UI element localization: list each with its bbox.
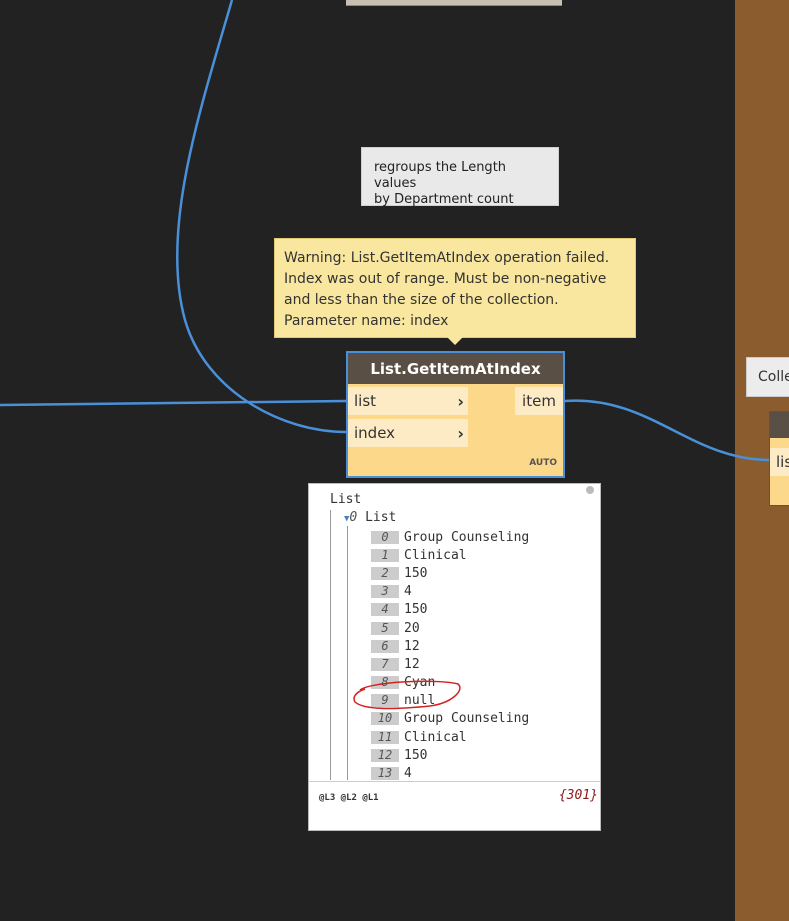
downstream-node[interactable]: lis <box>769 411 789 506</box>
preview-items: 0 Group Counseling 1 Clinical 2 150 34 4 150… <box>371 528 529 783</box>
sublist-label: List <box>365 510 397 525</box>
item-value: Clinical <box>404 729 467 745</box>
item-index: 6 <box>371 639 399 653</box>
list-item[interactable]: 0 Group Counseling <box>371 528 529 546</box>
port-label: item <box>522 392 556 410</box>
side-note[interactable]: Colle <box>746 357 789 397</box>
item-value: 150 <box>404 747 428 763</box>
list-item[interactable]: 12 150 <box>371 746 529 764</box>
item-index: 10 <box>371 712 399 726</box>
wire-from-item[interactable] <box>564 399 771 462</box>
chevron-right-icon: › <box>457 423 464 443</box>
list-item[interactable]: 11 Clinical <box>371 728 529 746</box>
item-index: 11 <box>371 730 399 744</box>
warning-line: Index was out of range. Must be non-nega… <box>284 271 607 287</box>
item-index: 3 <box>371 585 399 599</box>
note-line: by Department count <box>374 192 514 207</box>
item-value: 4 <box>404 584 412 600</box>
list-getitematindex-node[interactable]: List.GetItemAtIndex list › index › item … <box>346 351 565 478</box>
item-index: 13 <box>371 767 399 781</box>
item-value: 150 <box>404 602 428 618</box>
item-value: Group Counseling <box>404 529 530 545</box>
warning-pointer <box>447 337 463 345</box>
chevron-right-icon: › <box>457 391 464 411</box>
list-item[interactable]: 1 Clinical <box>371 546 529 564</box>
list-item[interactable]: 34 <box>371 583 529 601</box>
lacing-indicator[interactable]: AUTO <box>529 458 557 468</box>
wire-to-index[interactable] <box>175 0 347 434</box>
item-index: 1 <box>371 548 399 562</box>
preview-root-label: List <box>330 492 362 507</box>
item-index: 9 <box>371 694 399 708</box>
node-title[interactable]: List.GetItemAtIndex <box>348 353 563 384</box>
list-item[interactable]: 8 Cyan <box>371 674 529 692</box>
scroll-thumb[interactable] <box>586 486 594 494</box>
sublist-header[interactable]: ▼0 List <box>344 510 396 525</box>
list-item[interactable]: 5 20 <box>371 619 529 637</box>
item-value: null <box>404 693 436 709</box>
list-item[interactable]: 10 Group Counseling <box>371 710 529 728</box>
input-port-index[interactable]: index › <box>348 419 468 447</box>
note-regroups[interactable]: regroups the Length values by Department… <box>361 147 559 207</box>
list-item[interactable]: 2 150 <box>371 564 529 582</box>
item-value: Cyan <box>404 675 436 691</box>
downstream-input-port[interactable]: lis <box>770 448 789 476</box>
list-item[interactable]: 13 4 <box>371 764 529 782</box>
watch-preview[interactable]: List ▼0 List 0 Group Counseling 1 Clinical… <box>308 483 601 831</box>
tree-guide <box>330 510 331 780</box>
wire-to-list[interactable] <box>0 399 347 407</box>
item-index: 8 <box>371 676 399 690</box>
item-value: 150 <box>404 565 428 581</box>
list-item[interactable]: 4 150 <box>371 601 529 619</box>
port-label: lis <box>776 453 789 471</box>
warning-line: Warning: List.GetItemAtIndex operation f… <box>284 250 610 266</box>
input-port-list[interactable]: list › <box>348 387 468 415</box>
item-value: Group Counseling <box>404 711 530 727</box>
item-value: 4 <box>404 766 412 782</box>
preview-footer: @L3 @L2 @L1 {301} <box>309 781 600 830</box>
side-note-text: Colle <box>758 369 789 385</box>
item-index: 5 <box>371 621 399 635</box>
list-item[interactable]: 7 12 <box>371 655 529 673</box>
port-label: index <box>354 424 396 442</box>
item-index: 2 <box>371 566 399 580</box>
item-value: 12 <box>404 656 420 672</box>
item-index: 7 <box>371 657 399 671</box>
warning-line: Parameter name: index <box>284 313 449 329</box>
item-value: 20 <box>404 620 420 636</box>
list-item[interactable]: 6 12 <box>371 637 529 655</box>
downstream-node-header[interactable] <box>770 412 789 438</box>
list-levels[interactable]: @L3 @L2 @L1 <box>319 793 379 803</box>
port-label: list <box>354 392 377 410</box>
note-line: regroups the Length values <box>374 160 507 191</box>
item-index: 4 <box>371 603 399 617</box>
tree-guide <box>347 526 348 780</box>
list-item[interactable]: 9 null <box>371 692 529 710</box>
item-index: 0 <box>371 530 399 544</box>
item-value: Clinical <box>404 547 467 563</box>
item-index: 12 <box>371 748 399 762</box>
item-value: 12 <box>404 638 420 654</box>
item-count: {301} <box>558 788 598 803</box>
output-port-item[interactable]: item <box>515 387 563 415</box>
sublist-index: 0 <box>349 510 358 525</box>
warning-bubble[interactable]: Warning: List.GetItemAtIndex operation f… <box>274 238 636 338</box>
warning-line: and less than the size of the collection… <box>284 292 559 308</box>
